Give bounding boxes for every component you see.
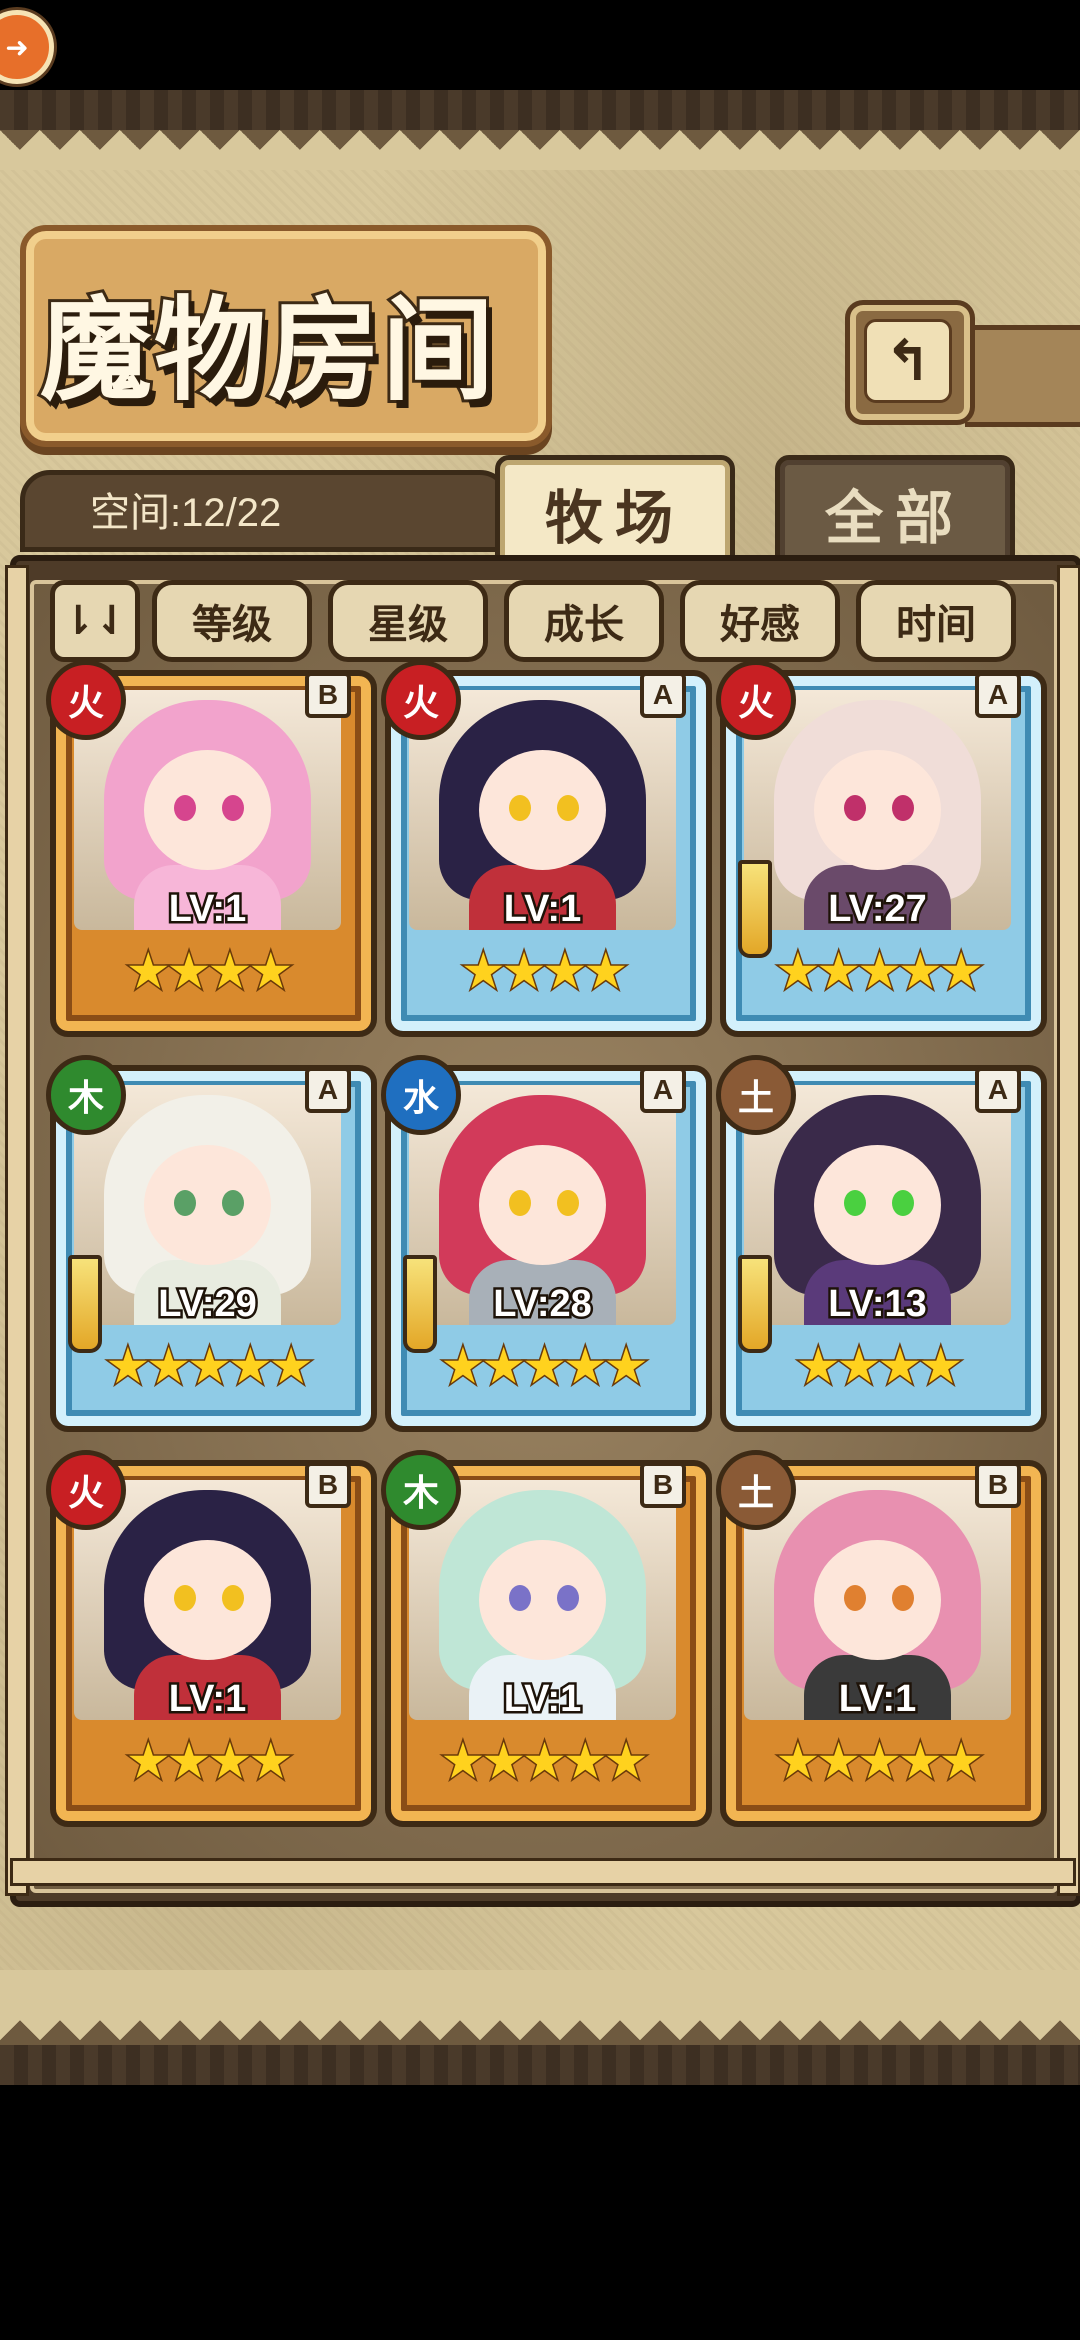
rank-badge: B — [975, 1462, 1021, 1508]
filter-level-button[interactable]: 等级 — [152, 580, 312, 662]
star-rating: ★★★★ — [124, 1731, 294, 1792]
monster-card[interactable]: B 木 LV:1 ★★★★★ — [381, 1450, 712, 1827]
rank-badge: A — [640, 1067, 686, 1113]
filter-affection-button[interactable]: 好感 — [680, 580, 840, 662]
portrait-face — [814, 1145, 941, 1265]
wood-element-icon: 木 — [46, 1055, 126, 1135]
star-rating: ★★★★ — [459, 941, 629, 1002]
portrait-eye — [557, 795, 579, 821]
fire-element-icon: 火 — [46, 1450, 126, 1530]
monster-level: LV:29 — [156, 1281, 260, 1328]
monster-card[interactable]: A 木 LV:29 ★★★★★ — [46, 1055, 377, 1432]
portrait-eye — [892, 1585, 914, 1611]
panel-rail-left — [5, 565, 29, 1896]
rank-badge: B — [640, 1462, 686, 1508]
corner-arrow-icon[interactable]: ➜ — [0, 10, 54, 84]
portrait-eye — [844, 795, 866, 821]
filter-star-button[interactable]: 星级 — [328, 580, 488, 662]
bottom-border-strip — [0, 2045, 1080, 2085]
portrait-face — [479, 750, 606, 870]
fire-element-icon: 火 — [46, 660, 126, 740]
earth-element-icon: 土 — [716, 1450, 796, 1530]
portrait-eye — [174, 795, 196, 821]
rank-badge: A — [640, 672, 686, 718]
star-rating: ★★★★★ — [439, 1336, 650, 1397]
portrait-eye — [222, 795, 244, 821]
portrait-eye — [892, 1190, 914, 1216]
monster-card[interactable]: A 火 LV:27 ★★★★★ — [716, 660, 1047, 1037]
monster-level: LV:1 — [166, 1676, 248, 1723]
bottom-zigzag-border — [0, 1985, 1080, 2045]
water-element-icon: 水 — [381, 1055, 461, 1135]
portrait-eye — [509, 1190, 531, 1216]
portrait-face — [144, 1540, 271, 1660]
rank-badge: A — [975, 1067, 1021, 1113]
rank-badge: A — [975, 672, 1021, 718]
page-title: 魔物房间 — [37, 282, 497, 419]
rank-badge: B — [305, 1462, 351, 1508]
monster-level: LV:13 — [826, 1281, 930, 1328]
rank-badge: A — [305, 1067, 351, 1113]
monster-card[interactable]: B 土 LV:1 ★★★★★ — [716, 1450, 1047, 1827]
star-rating: ★★★★★ — [104, 1336, 315, 1397]
monster-card[interactable]: A 土 LV:13 ★★★★ — [716, 1055, 1047, 1432]
portrait-eye — [844, 1585, 866, 1611]
top-border-strip — [0, 90, 1080, 130]
portrait-face — [814, 750, 941, 870]
star-rating: ★★★★★ — [774, 1731, 985, 1792]
monster-level: LV:28 — [491, 1281, 595, 1328]
fire-element-icon: 火 — [381, 660, 461, 740]
monster-card[interactable]: B 火 LV:1 ★★★★ — [46, 1450, 377, 1827]
portrait-eye — [222, 1585, 244, 1611]
monster-level: LV:1 — [836, 1676, 918, 1723]
top-zigzag-border — [0, 130, 1080, 170]
portrait-eye — [509, 1585, 531, 1611]
monster-card[interactable]: B 火 LV:1 ★★★★ — [46, 660, 377, 1037]
monster-card[interactable]: A 水 LV:28 ★★★★★ — [381, 1055, 712, 1432]
star-rating: ★★★★ — [794, 1336, 964, 1397]
rank-badge: B — [305, 672, 351, 718]
filter-growth-button[interactable]: 成长 — [504, 580, 664, 662]
portrait-eye — [222, 1190, 244, 1216]
portrait-eye — [509, 795, 531, 821]
portrait-eye — [844, 1190, 866, 1216]
portrait-face — [144, 1145, 271, 1265]
star-rating: ★★★★★ — [774, 941, 985, 1002]
panel-rail-right — [1057, 565, 1080, 1896]
back-button[interactable]: ↰ — [845, 300, 975, 425]
portrait-eye — [174, 1585, 196, 1611]
portrait-eye — [174, 1190, 196, 1216]
monster-level: LV:1 — [501, 1676, 583, 1723]
wood-element-icon: 木 — [381, 1450, 461, 1530]
back-button-rail — [965, 325, 1080, 427]
star-rating: ★★★★ — [124, 941, 294, 1002]
portrait-eye — [557, 1585, 579, 1611]
earth-element-icon: 土 — [716, 1055, 796, 1135]
panel-rail-bottom — [10, 1858, 1076, 1886]
space-capacity-label: 空间:12/22 — [90, 491, 282, 535]
filter-time-button[interactable]: 时间 — [856, 580, 1016, 662]
portrait-eye — [892, 795, 914, 821]
portrait-face — [479, 1540, 606, 1660]
fire-element-icon: 火 — [716, 660, 796, 740]
sort-toggle-icon[interactable]: ⇂⇃ — [50, 580, 140, 662]
monster-card[interactable]: A 火 LV:1 ★★★★ — [381, 660, 712, 1037]
tab-ranch[interactable]: 牧场 — [495, 455, 735, 570]
monster-level: LV:27 — [826, 886, 930, 933]
return-arrow-icon: ↰ — [864, 319, 952, 403]
portrait-face — [479, 1145, 606, 1265]
star-rating: ★★★★★ — [439, 1731, 650, 1792]
portrait-face — [144, 750, 271, 870]
portrait-eye — [557, 1190, 579, 1216]
tab-all[interactable]: 全部 — [775, 455, 1015, 570]
portrait-face — [814, 1540, 941, 1660]
monster-level: LV:1 — [166, 886, 248, 933]
monster-level: LV:1 — [501, 886, 583, 933]
